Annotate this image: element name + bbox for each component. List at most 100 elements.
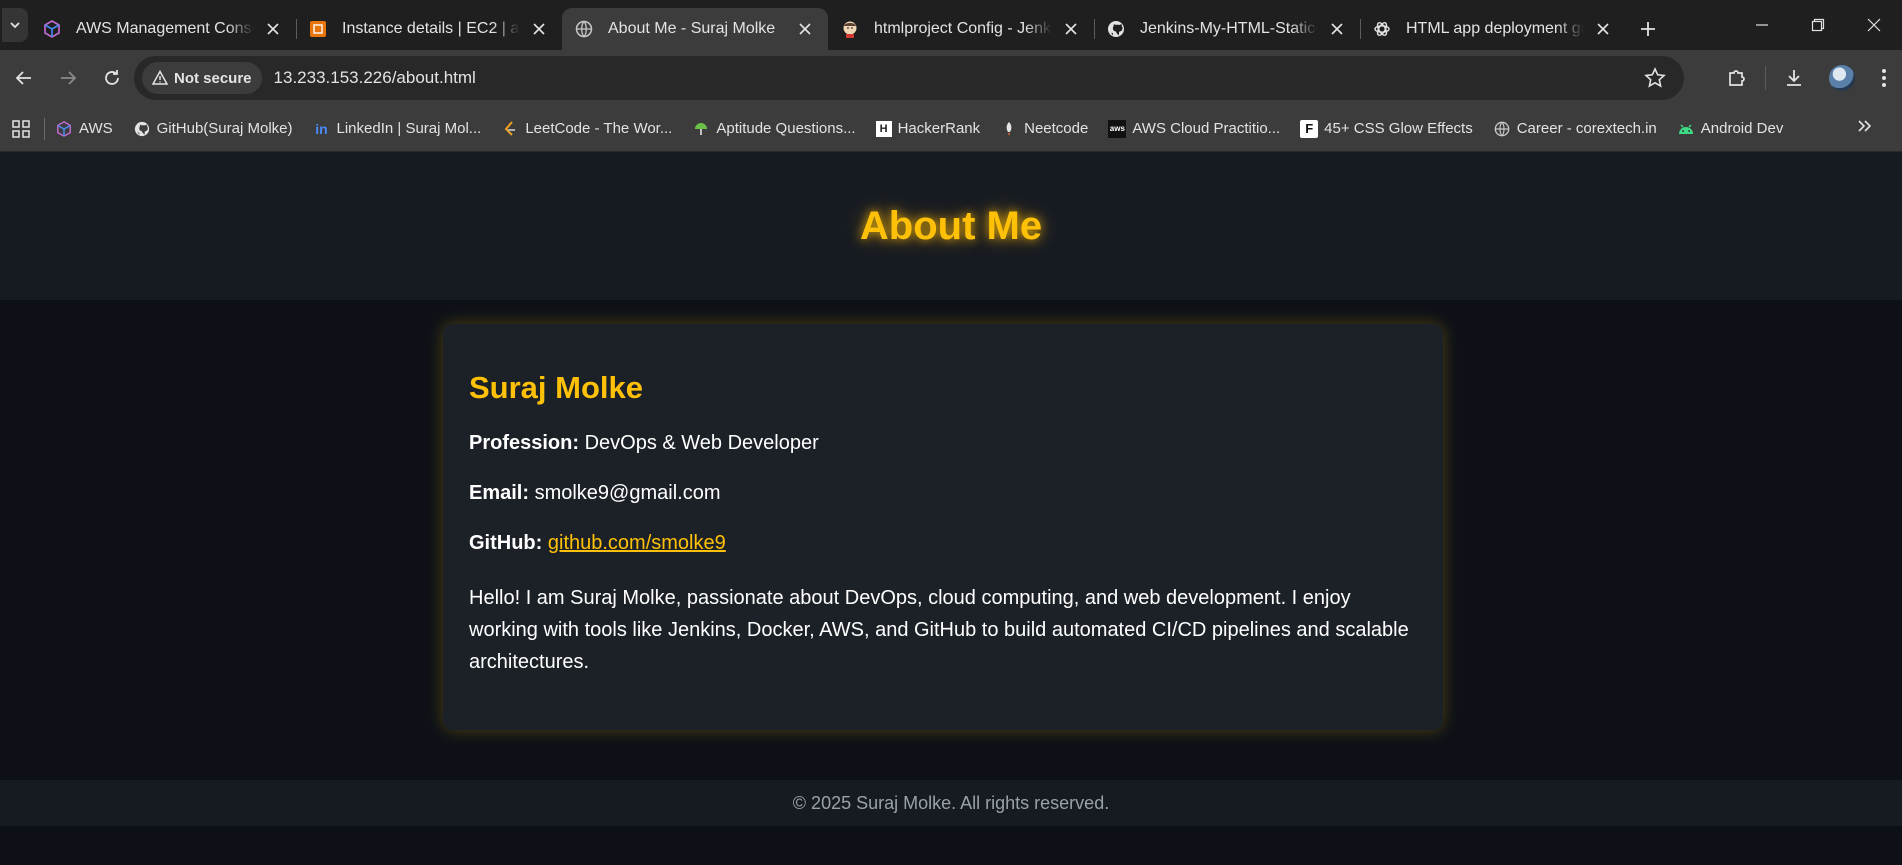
bookmark-label: Neetcode <box>1024 120 1089 137</box>
android-icon <box>1677 120 1695 138</box>
tab-ec2-instance[interactable]: Instance details | EC2 | ap-south-1 <box>296 8 562 50</box>
bookmark-neetcode[interactable]: Neetcode <box>1000 120 1088 138</box>
bookmark-label: LeetCode - The Wor... <box>525 120 673 137</box>
double-chevron-right-icon <box>1858 120 1872 132</box>
aws-cube-icon <box>42 19 62 39</box>
profile-card: Suraj Molke Profession: DevOps & Web Dev… <box>443 324 1443 730</box>
tab-search-button[interactable] <box>0 0 30 50</box>
bookmark-label: Aptitude Questions... <box>716 120 856 137</box>
globe-icon <box>1493 120 1511 138</box>
tab-about-me[interactable]: About Me - Suraj Molke <box>562 8 828 50</box>
bookmark-label: Career - corextech.in <box>1516 120 1657 137</box>
bookmark-label: GitHub(Suraj Molke) <box>156 120 293 137</box>
extensions-button[interactable] <box>1713 50 1761 106</box>
hackerrank-icon: H <box>875 120 892 137</box>
f-icon: F <box>1300 119 1319 138</box>
close-icon[interactable] <box>794 18 816 40</box>
bookmark-label: AWS Cloud Practitio... <box>1132 120 1281 137</box>
close-icon[interactable] <box>528 18 550 40</box>
tab-title: htmlproject Config - Jenkins <box>874 20 1052 37</box>
github-link[interactable]: github.com/smolke9 <box>548 532 726 554</box>
reload-button[interactable] <box>92 58 132 98</box>
github-icon <box>1106 19 1126 39</box>
tab-jenkins-config[interactable]: htmlproject Config - Jenkins <box>828 8 1095 50</box>
bookmark-android-dev[interactable]: Android Dev <box>1677 120 1784 138</box>
aws-cube-icon <box>55 120 73 138</box>
downloads-button[interactable] <box>1770 50 1818 106</box>
arrow-left-icon <box>15 71 31 85</box>
ec2-icon <box>308 19 328 39</box>
restore-button[interactable] <box>1790 0 1846 50</box>
bookmark-leetcode[interactable]: LeetCode - The Wor... <box>501 120 672 138</box>
github-icon <box>133 120 151 138</box>
tab-title: Jenkins-My-HTML-Static-App <box>1140 20 1318 37</box>
email-row: Email: smolke9@gmail.com <box>469 482 1417 505</box>
profession-value: DevOps & Web Developer <box>584 432 819 454</box>
globe-icon <box>574 19 594 39</box>
reload-icon <box>105 70 119 85</box>
profile-button[interactable] <box>1818 50 1866 106</box>
bookmark-linkedin[interactable]: in LinkedIn | Suraj Mol... <box>313 120 482 138</box>
address-bar[interactable]: Not secure 13.233.153.226/about.html <box>134 56 1684 100</box>
close-window-button[interactable] <box>1846 0 1902 50</box>
close-icon[interactable] <box>262 18 284 40</box>
new-tab-button[interactable] <box>1626 8 1670 50</box>
tab-chatgpt[interactable]: HTML app deployment guide <box>1360 8 1626 50</box>
bookmark-label: HackerRank <box>897 120 981 137</box>
url-text[interactable]: 13.233.153.226/about.html <box>274 68 476 88</box>
page-viewport: About Me Suraj Molke Profession: DevOps … <box>0 152 1902 865</box>
bookmark-label: AWS <box>79 120 113 137</box>
arrow-right-icon <box>61 71 77 85</box>
avatar <box>1829 65 1855 91</box>
tab-github-repo[interactable]: Jenkins-My-HTML-Static-App <box>1094 8 1361 50</box>
profession-row: Profession: DevOps & Web Developer <box>469 432 1417 455</box>
more-bookmarks-button[interactable] <box>1856 118 1872 139</box>
bookmark-aws-cloud-practitioner[interactable]: aws AWS Cloud Practitio... <box>1108 119 1281 138</box>
github-label: GitHub: <box>469 532 548 554</box>
bookmark-career[interactable]: Career - corextech.in <box>1493 120 1657 138</box>
download-icon <box>1787 70 1801 86</box>
bookmark-aws[interactable]: AWS <box>55 120 113 138</box>
profession-label: Profession: <box>469 432 585 454</box>
close-icon[interactable] <box>1326 18 1348 40</box>
minimize-button[interactable] <box>1734 0 1790 50</box>
leetcode-icon <box>501 120 519 138</box>
close-icon[interactable] <box>1592 18 1614 40</box>
profile-name: Suraj Molke <box>469 370 643 405</box>
github-row: GitHub: github.com/smolke9 <box>469 532 1417 555</box>
browser-toolbar: Not secure 13.233.153.226/about.html <box>0 50 1902 106</box>
bookmark-css-glow[interactable]: F 45+ CSS Glow Effects <box>1300 119 1473 138</box>
rocket-icon <box>1000 120 1018 138</box>
security-label: Not secure <box>174 69 252 87</box>
tab-title: Instance details | EC2 | ap-south-1 <box>342 20 520 37</box>
tab-title: AWS Management Console <box>76 20 254 37</box>
bio-paragraph: Hello! I am Suraj Molke, passionate abou… <box>469 587 1409 673</box>
bookmark-label: LinkedIn | Suraj Mol... <box>336 120 482 137</box>
back-button[interactable] <box>4 58 44 98</box>
bookmarks-bar: AWS GitHub(Suraj Molke) in LinkedIn | Su… <box>0 106 1902 152</box>
aptitude-icon <box>692 120 710 138</box>
apps-grid-icon <box>12 119 30 138</box>
bookmark-star-icon[interactable] <box>1644 67 1666 94</box>
bookmark-github[interactable]: GitHub(Suraj Molke) <box>133 120 293 138</box>
bookmark-hackerrank[interactable]: H HackerRank <box>875 120 981 137</box>
tab-aws-console[interactable]: AWS Management Console <box>30 8 297 50</box>
close-icon[interactable] <box>1060 18 1082 40</box>
chatgpt-icon <box>1372 19 1392 39</box>
tab-strip: AWS Management Console Instance details … <box>0 0 1902 50</box>
email-label: Email: <box>469 482 535 504</box>
copyright-text: © 2025 Suraj Molke. All rights reserved. <box>792 792 1110 813</box>
tab-title: HTML app deployment guide <box>1406 20 1584 37</box>
bookmark-aptitude[interactable]: Aptitude Questions... <box>692 120 856 138</box>
menu-button[interactable] <box>1866 50 1902 106</box>
forward-button[interactable] <box>48 58 88 98</box>
toolbar-divider <box>1765 66 1766 90</box>
apps-button[interactable] <box>6 119 36 138</box>
email-value: smolke9@gmail.com <box>534 482 721 504</box>
puzzle-icon <box>1729 70 1745 86</box>
bookmark-label: Android Dev <box>1700 120 1784 137</box>
warning-icon <box>152 70 168 85</box>
plus-icon <box>1641 22 1655 36</box>
security-chip[interactable]: Not secure <box>142 62 262 94</box>
tab-title: About Me - Suraj Molke <box>608 20 776 37</box>
